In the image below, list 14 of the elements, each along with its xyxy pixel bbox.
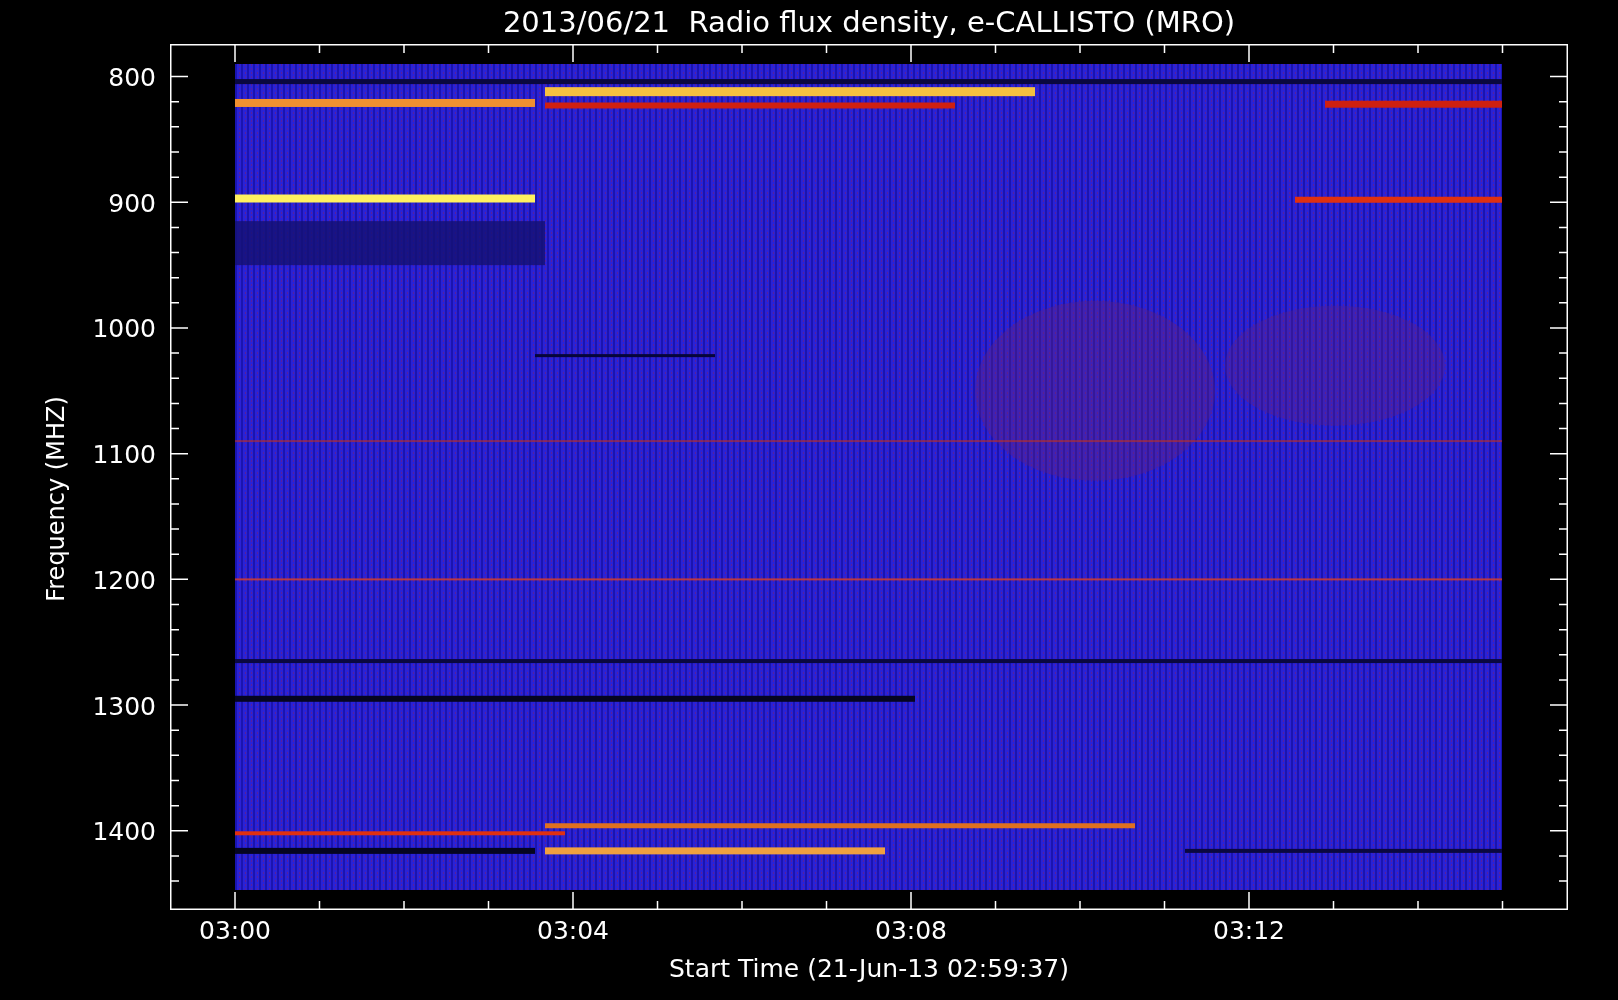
chart-title: 2013/06/21 Radio flux density, e-CALLISTO (MRO) (502, 7, 1236, 37)
y-tick-label: 1100 (92, 441, 156, 467)
y-tick-label: 900 (108, 190, 156, 216)
y-tick-label: 1000 (92, 315, 156, 341)
x-tick-label: 03:00 (199, 918, 271, 943)
y-tick-label: 1400 (92, 818, 156, 844)
x-tick-label: 03:04 (537, 918, 609, 943)
x-tick-label: 03:12 (1213, 918, 1285, 943)
x-tick-label: 03:08 (875, 918, 947, 943)
y-axis-label: Frequency (MHZ) (44, 396, 68, 602)
x-axis-label: Start Time (21-Jun-13 02:59:37) (669, 956, 1069, 981)
y-tick-label: 800 (108, 64, 156, 90)
y-tick-label: 1300 (92, 693, 156, 718)
y-tick-label: 1200 (92, 567, 156, 593)
